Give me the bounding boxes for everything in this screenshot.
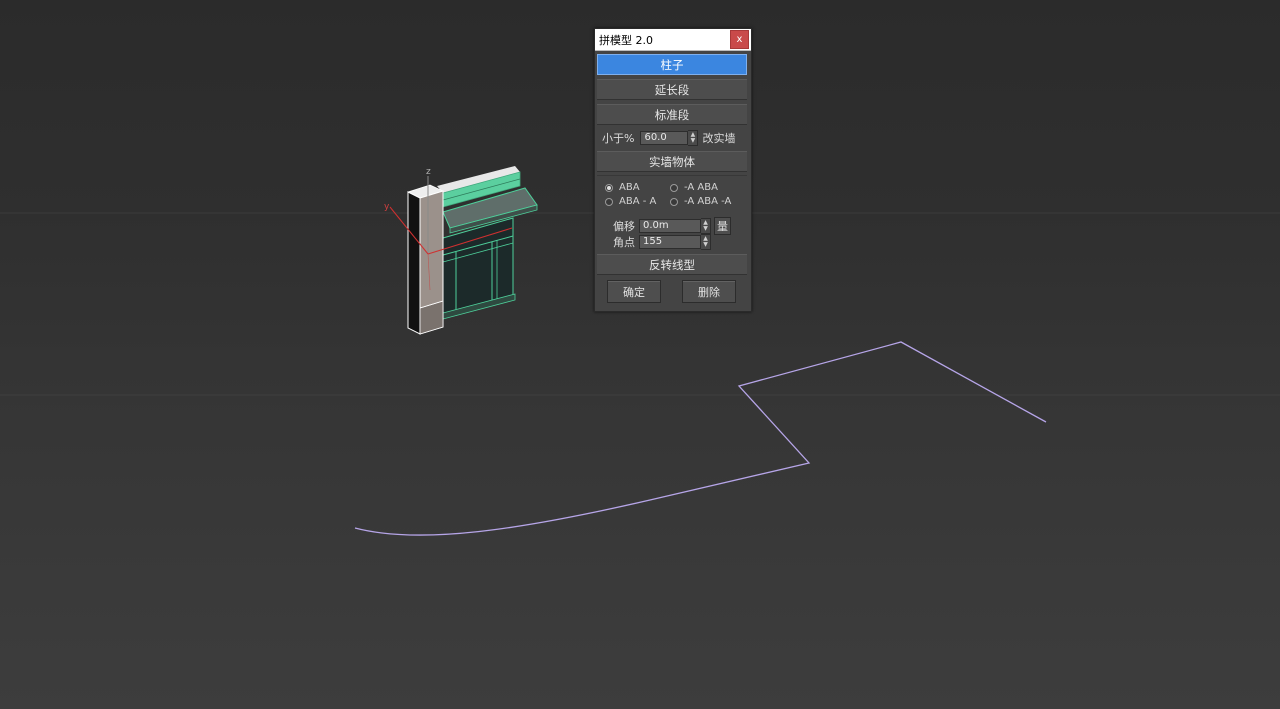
solid-wall-object-button[interactable]: 实墙物体 [597,151,747,172]
radio-unchecked-icon [670,197,678,206]
standard-button[interactable]: 标准段 [597,104,747,125]
dialog-titlebar[interactable]: 拼模型 2.0 x [595,29,751,51]
radio-aba[interactable]: ABA [605,182,640,193]
delete-button[interactable]: 删除 [682,280,736,303]
offset-row: 偏移 0.0m ▲ ▼ 量 [613,217,731,235]
threshold-prefix-label: 小于% [602,132,635,145]
threshold-input[interactable]: 60.0 [640,131,689,145]
ok-button[interactable]: 确定 [607,280,661,303]
arrow-down-icon: ▼ [703,241,708,248]
radio-aba-neg-a-label: ABA - A [619,196,657,207]
radio-neg-a-aba[interactable]: -A ABA [670,182,718,193]
divider [597,175,747,176]
threshold-spinner[interactable]: 60.0 ▲ ▼ [640,130,699,146]
corner-input[interactable]: 155 [639,235,701,249]
threshold-spinner-arrows[interactable]: ▲ ▼ [688,130,699,146]
radio-checked-icon [605,183,613,192]
radio-unchecked-icon [670,183,678,192]
offset-spinner[interactable]: 0.0m ▲ ▼ [639,218,711,234]
corner-row: 角点 155 ▲ ▼ [613,234,711,250]
extension-button[interactable]: 延长段 [597,79,747,100]
radio-aba-label: ABA [619,182,640,193]
radio-neg-a-aba-label: -A ABA [684,182,718,193]
corner-label: 角点 [613,236,635,249]
axis-label-y: y [384,202,390,212]
offset-spinner-arrows[interactable]: ▲ ▼ [701,218,711,234]
horizon-band [0,394,1280,396]
close-button[interactable]: x [730,30,749,49]
arrow-down-icon: ▼ [703,225,708,232]
offset-pick-button[interactable]: 量 [714,217,731,235]
offset-label: 偏移 [613,220,635,233]
radio-aba-neg-a[interactable]: ABA - A [605,196,656,207]
radio-neg-a-aba-neg-a-label: -A ABA -A [684,196,732,207]
dialog-title: 拼模型 2.0 [599,33,653,47]
axis-label-z: z [426,167,431,177]
building-model[interactable] [389,166,538,335]
offset-input[interactable]: 0.0m [639,219,701,233]
spline-shape[interactable] [354,341,1047,536]
corner-spinner[interactable]: 155 ▲ ▼ [639,234,711,250]
reverse-line-button[interactable]: 反转线型 [597,254,747,275]
corner-spinner-arrows[interactable]: ▲ ▼ [701,234,711,250]
radio-neg-a-aba-neg-a[interactable]: -A ABA -A [670,196,731,207]
threshold-suffix-label: 改实墙 [702,132,736,145]
radio-unchecked-icon [605,197,613,206]
pillar-button[interactable]: 柱子 [597,54,747,75]
threshold-row: 小于% 60.0 ▲ ▼ 改实墙 [602,130,735,146]
arrow-down-icon: ▼ [690,137,696,144]
model-assembly-dialog: 拼模型 2.0 x 柱子 延长段 标准段 小于% 60.0 ▲ ▼ 改实墙 实墙… [594,28,752,312]
